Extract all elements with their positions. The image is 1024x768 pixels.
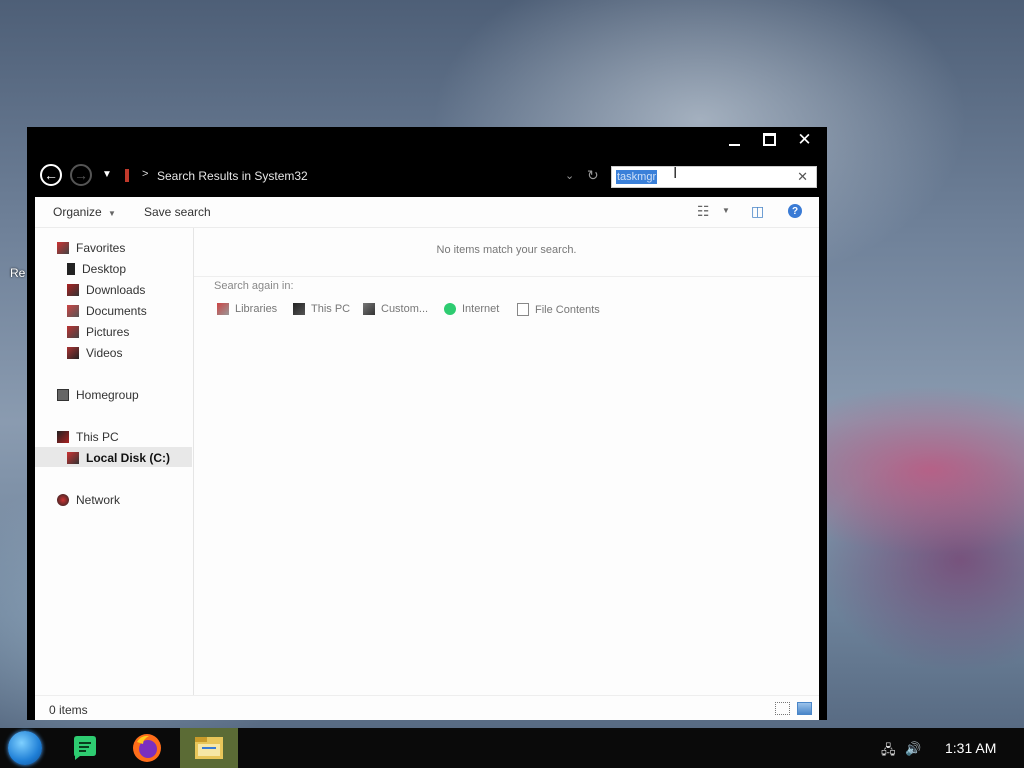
search-again-libraries[interactable]: Libraries xyxy=(217,303,277,315)
search-again-item-label: Custom... xyxy=(381,303,429,315)
navigation-pane: Favorites Desktop Downloads Documents Pi… xyxy=(35,228,194,695)
file-explorer-icon xyxy=(195,737,223,759)
text-cursor-icon: I xyxy=(673,165,678,182)
minimize-icon xyxy=(729,143,740,146)
item-count: 0 items xyxy=(49,703,88,717)
search-again-item-label: File Contents xyxy=(535,303,600,316)
forward-button[interactable]: → xyxy=(70,164,92,186)
internet-icon xyxy=(444,303,456,315)
folder-icon xyxy=(125,169,129,182)
back-button[interactable]: ← xyxy=(40,164,62,186)
desktop-icon xyxy=(67,263,75,275)
divider xyxy=(194,276,819,277)
network-icon xyxy=(57,494,69,506)
computer-icon xyxy=(293,303,305,315)
sidebar-item-label: Network xyxy=(76,493,121,507)
messaging-app-icon xyxy=(74,736,96,760)
organize-button[interactable]: Organize ▼ xyxy=(53,205,116,219)
preview-pane-icon[interactable]: ◫ xyxy=(751,203,764,220)
search-again-custom[interactable]: Custom... xyxy=(363,303,428,315)
taskbar: 🖧 🔊 1:31 AM xyxy=(0,728,1024,768)
sidebar-item-documents[interactable]: Documents xyxy=(67,304,147,318)
sidebar-item-label: Favorites xyxy=(76,241,126,255)
search-again-file-contents[interactable]: File Contents xyxy=(517,303,600,316)
search-again-item-label: This PC xyxy=(311,303,351,315)
address-bar: ← → ▼ > Search Results in System32 ⌄ ↻ t… xyxy=(35,163,819,189)
close-button[interactable]: ✕ xyxy=(796,131,813,148)
taskbar-app-file-explorer[interactable] xyxy=(180,728,238,768)
folder-icon xyxy=(363,303,375,315)
search-again-item-label: Libraries xyxy=(235,303,278,315)
sidebar-item-label: Downloads xyxy=(86,283,146,297)
sidebar-item-label: Videos xyxy=(86,346,123,360)
sidebar-item-desktop[interactable]: Desktop xyxy=(67,262,126,276)
file-explorer-window: ✕ ← → ▼ > Search Results in System32 ⌄ ↻… xyxy=(27,127,827,720)
drive-icon xyxy=(67,452,79,464)
desktop-icon-label[interactable]: Re xyxy=(10,266,25,280)
computer-icon xyxy=(57,431,69,443)
star-icon xyxy=(57,242,69,254)
arrow-left-icon: ← xyxy=(44,167,58,183)
large-icons-view-icon[interactable] xyxy=(797,702,812,715)
pictures-icon xyxy=(67,326,79,338)
address-dropdown-icon[interactable]: ⌄ xyxy=(565,169,574,182)
breadcrumb[interactable]: Search Results in System32 xyxy=(157,169,308,183)
maximize-button[interactable] xyxy=(761,131,778,148)
taskbar-app-firefox[interactable] xyxy=(118,728,176,768)
help-icon[interactable]: ? xyxy=(788,204,802,218)
organize-label: Organize xyxy=(53,205,102,219)
recent-locations-dropdown[interactable]: ▼ xyxy=(102,169,112,180)
sidebar-item-local-disk[interactable]: Local Disk (C:) xyxy=(67,451,170,465)
downloads-icon xyxy=(67,284,79,296)
taskbar-app-messaging[interactable] xyxy=(56,728,114,768)
search-again-label: Search again in: xyxy=(214,280,294,292)
sidebar-item-label: Desktop xyxy=(82,262,127,276)
sidebar-item-homegroup[interactable]: Homegroup xyxy=(57,388,139,402)
sidebar-item-favorites[interactable]: Favorites xyxy=(57,241,125,255)
sidebar-item-pictures[interactable]: Pictures xyxy=(67,325,129,339)
videos-icon xyxy=(67,347,79,359)
search-input-value[interactable]: taskmgr xyxy=(616,170,658,184)
minimize-button[interactable] xyxy=(726,131,743,148)
status-bar: 0 items xyxy=(35,695,819,721)
search-again-item-label: Internet xyxy=(462,303,500,315)
search-again-internet[interactable]: Internet xyxy=(444,303,499,315)
view-options-icon[interactable]: ☷ xyxy=(697,203,710,220)
sidebar-item-network[interactable]: Network xyxy=(57,493,120,507)
chevron-down-icon: ▼ xyxy=(108,209,116,218)
refresh-icon[interactable]: ↻ xyxy=(587,167,599,184)
results-pane: No items match your search. Search again… xyxy=(194,228,819,695)
maximize-icon xyxy=(763,133,776,146)
start-button[interactable] xyxy=(8,731,42,765)
save-search-button[interactable]: Save search xyxy=(144,205,211,219)
homegroup-icon xyxy=(57,389,69,401)
arrow-right-icon: → xyxy=(74,167,88,183)
details-view-icon[interactable] xyxy=(775,702,790,715)
sidebar-item-label: Homegroup xyxy=(76,388,139,402)
documents-icon xyxy=(67,305,79,317)
sidebar-item-label: Local Disk (C:) xyxy=(86,451,171,465)
window-controls: ✕ xyxy=(726,131,813,148)
file-contents-icon xyxy=(517,303,529,316)
close-icon: ✕ xyxy=(797,130,812,149)
sidebar-item-downloads[interactable]: Downloads xyxy=(67,283,145,297)
sidebar-item-label: This PC xyxy=(76,430,119,444)
volume-icon[interactable]: 🔊 xyxy=(905,741,921,757)
breadcrumb-chevron-icon[interactable]: > xyxy=(142,168,148,180)
empty-results-message: No items match your search. xyxy=(436,244,577,256)
command-bar: Organize ▼ Save search ☷ ▼ ◫ ? xyxy=(35,197,819,228)
clear-search-icon[interactable]: ✕ xyxy=(797,169,808,185)
sidebar-item-videos[interactable]: Videos xyxy=(67,346,122,360)
sidebar-item-label: Pictures xyxy=(86,325,130,339)
explorer-content: Organize ▼ Save search ☷ ▼ ◫ ? Favorites… xyxy=(35,197,819,720)
firefox-icon xyxy=(133,734,161,762)
clock[interactable]: 1:31 AM xyxy=(945,740,996,756)
sidebar-item-label: Documents xyxy=(86,304,147,318)
view-dropdown-icon[interactable]: ▼ xyxy=(722,206,730,215)
search-input[interactable]: taskmgr I ✕ xyxy=(611,165,817,188)
search-again-this-pc[interactable]: This PC xyxy=(293,303,350,315)
libraries-icon xyxy=(217,303,229,315)
sidebar-item-this-pc[interactable]: This PC xyxy=(57,430,119,444)
network-tray-icon[interactable]: 🖧 xyxy=(881,741,896,763)
